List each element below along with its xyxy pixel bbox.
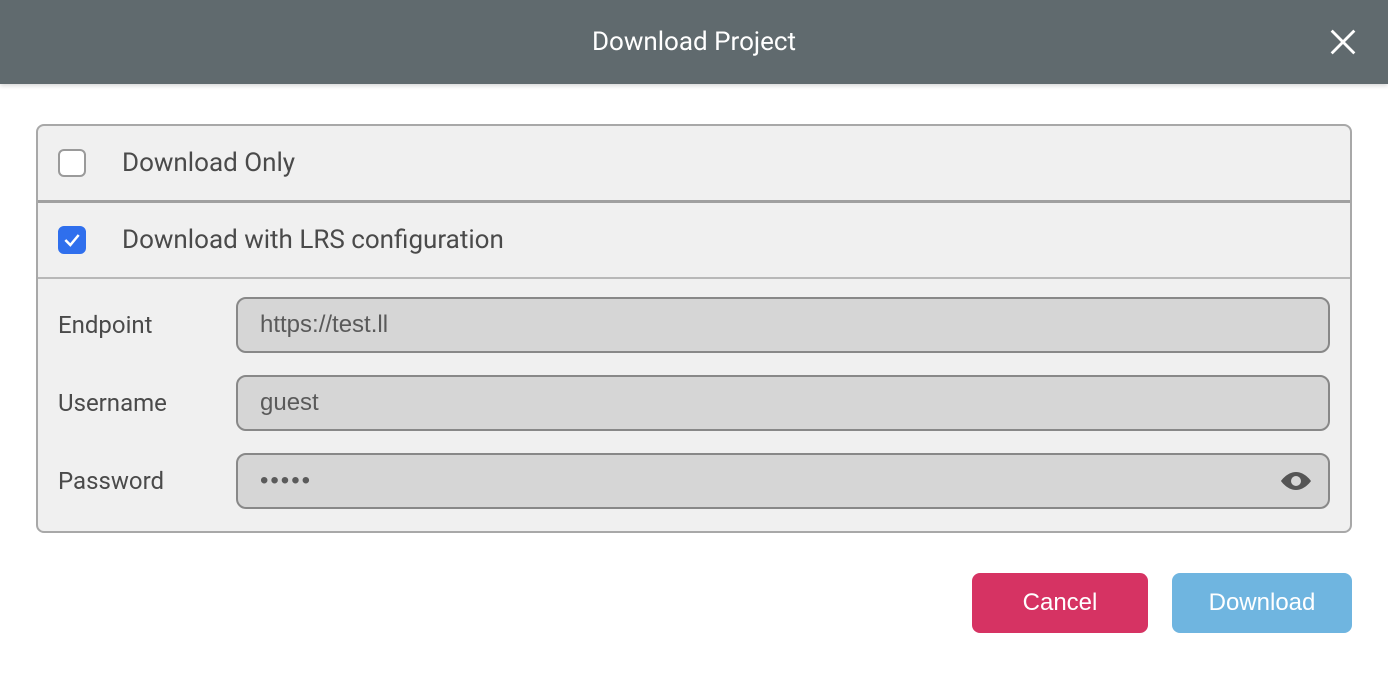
dialog-header: Download Project xyxy=(0,0,1388,84)
password-label: Password xyxy=(58,467,236,495)
download-project-dialog: Download Project Download Only Download … xyxy=(0,0,1388,633)
endpoint-row: Endpoint xyxy=(58,297,1330,353)
username-row: Username xyxy=(58,375,1330,431)
download-only-checkbox[interactable] xyxy=(58,149,86,177)
options-panel: Download Only Download with LRS configur… xyxy=(36,124,1352,533)
check-icon xyxy=(62,230,82,250)
dialog-actions: Cancel Download xyxy=(0,533,1388,633)
username-input[interactable] xyxy=(236,375,1330,431)
endpoint-input[interactable] xyxy=(236,297,1330,353)
eye-icon xyxy=(1278,469,1314,493)
download-lrs-checkbox[interactable] xyxy=(58,226,86,254)
endpoint-label: Endpoint xyxy=(58,311,236,339)
download-button[interactable]: Download xyxy=(1172,573,1352,633)
lrs-form: Endpoint Username Password xyxy=(38,279,1350,531)
password-row: Password xyxy=(58,453,1330,509)
option-download-only[interactable]: Download Only xyxy=(38,126,1350,203)
cancel-button[interactable]: Cancel xyxy=(972,573,1148,633)
username-label: Username xyxy=(58,389,236,417)
dialog-title: Download Project xyxy=(592,27,796,57)
download-lrs-label: Download with LRS configuration xyxy=(122,225,504,255)
password-input[interactable] xyxy=(236,453,1330,509)
toggle-password-visibility[interactable] xyxy=(1278,469,1314,493)
download-only-label: Download Only xyxy=(122,148,295,178)
close-button[interactable] xyxy=(1326,25,1360,59)
close-icon xyxy=(1326,25,1360,59)
option-download-lrs[interactable]: Download with LRS configuration xyxy=(38,203,1350,279)
